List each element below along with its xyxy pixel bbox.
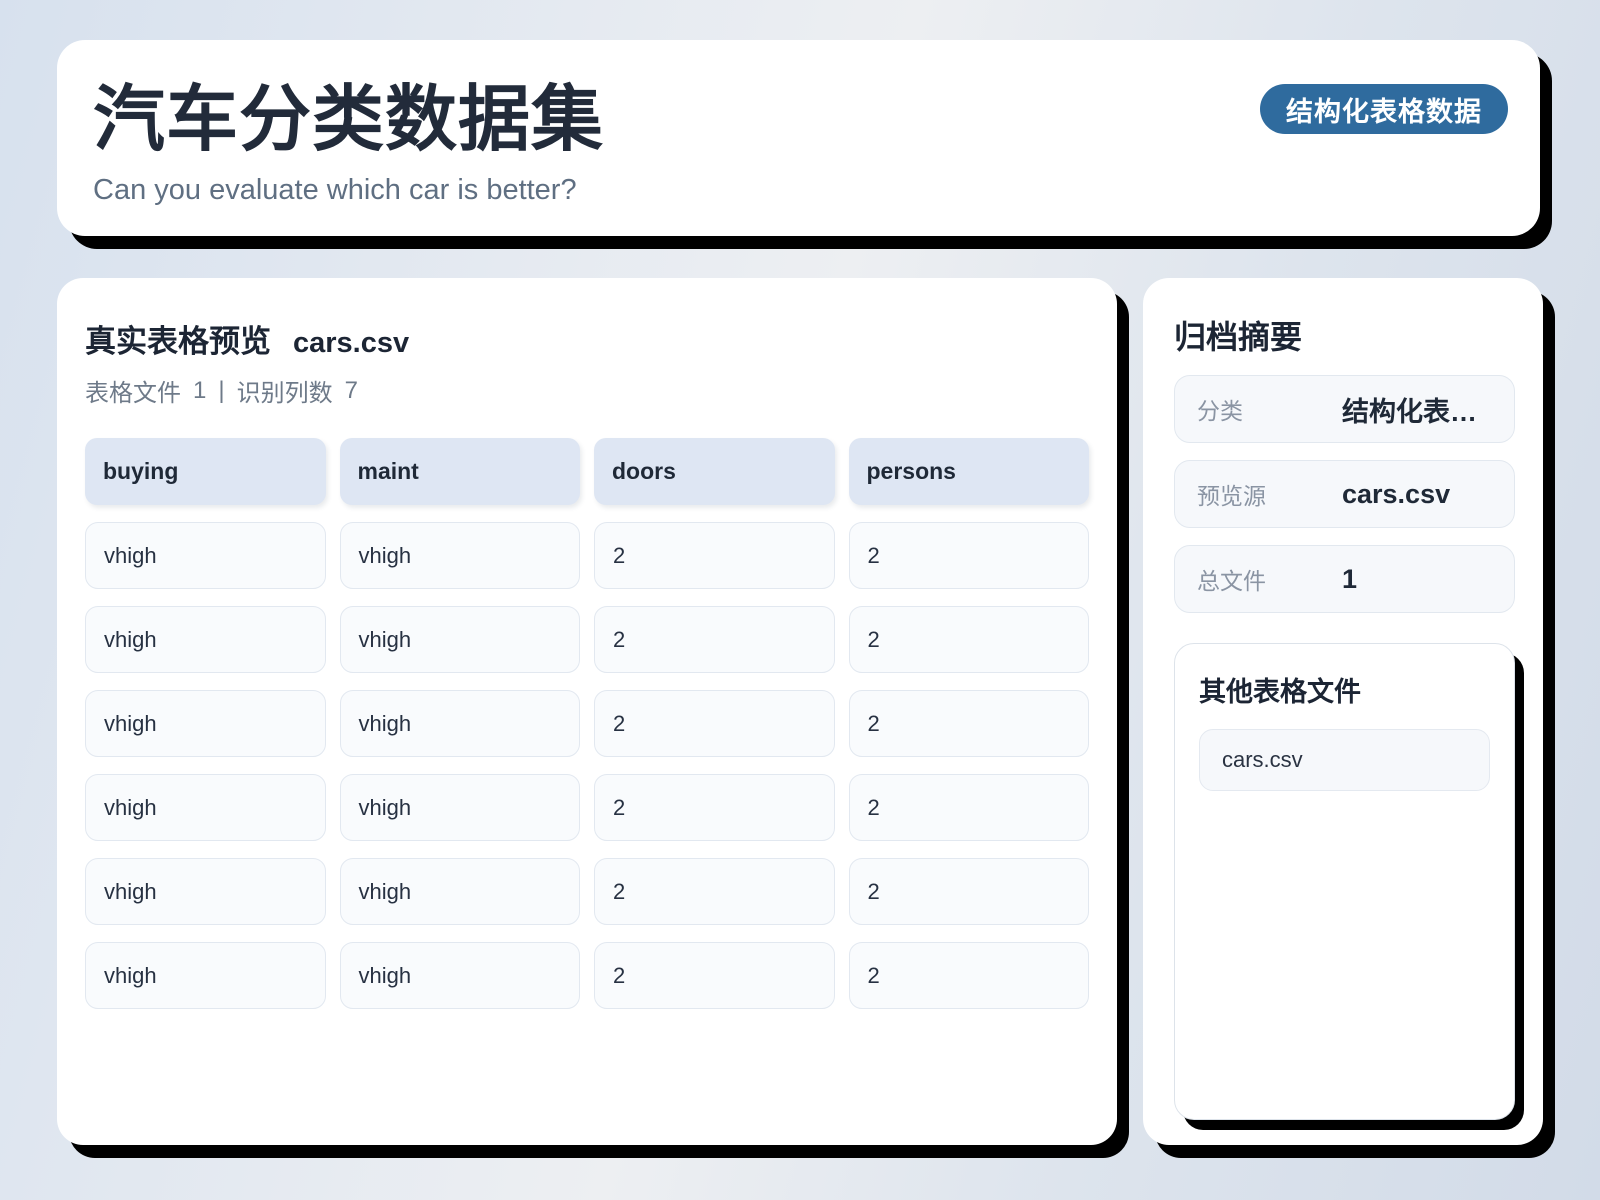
table-cell: 2 bbox=[848, 774, 1089, 841]
preview-meta: 表格文件 1 | 识别列数 7 bbox=[85, 373, 1089, 408]
other-files-card: 其他表格文件 cars.csv bbox=[1174, 643, 1515, 1120]
archive-summary-title: 归档摘要 bbox=[1174, 319, 1303, 355]
files-count-value: 1 bbox=[193, 376, 207, 404]
table-cell: 2 bbox=[594, 606, 835, 673]
table-cell: vhigh bbox=[85, 942, 326, 1009]
columns-count-label: 识别列数 bbox=[236, 380, 333, 407]
files-count-label: 表格文件 bbox=[85, 380, 181, 407]
other-files-title: 其他表格文件 bbox=[1199, 677, 1361, 707]
table-cell: vhigh bbox=[339, 522, 580, 589]
table-cell: vhigh bbox=[339, 690, 580, 757]
columns-count-value: 7 bbox=[344, 376, 358, 404]
table-cell: 2 bbox=[594, 774, 835, 841]
preview-title: 真实表格预览 bbox=[85, 324, 271, 359]
summary-row-category: 分类 结构化表格数据 bbox=[1174, 375, 1515, 443]
summary-label: 总文件 bbox=[1197, 568, 1266, 594]
table-cell: vhigh bbox=[339, 942, 580, 1009]
table-cell: vhigh bbox=[85, 522, 326, 589]
table-cell: vhigh bbox=[339, 774, 580, 841]
table-cell: 2 bbox=[848, 858, 1089, 925]
summary-label: 预览源 bbox=[1197, 483, 1266, 509]
table-cell: 2 bbox=[848, 690, 1089, 757]
summary-label: 分类 bbox=[1197, 398, 1243, 424]
table-cell: 2 bbox=[848, 606, 1089, 673]
table-cell: vhigh bbox=[339, 858, 580, 925]
table-column-header: buying bbox=[85, 438, 326, 505]
table-column-header: persons bbox=[848, 438, 1089, 505]
header-card: 汽车分类数据集 Can you evaluate which car is be… bbox=[57, 40, 1540, 236]
table-cell: 2 bbox=[848, 942, 1089, 1009]
summary-value: 结构化表格数据 bbox=[1342, 396, 1492, 427]
other-files-list: cars.csv bbox=[1199, 729, 1490, 791]
table-column-header: maint bbox=[339, 438, 580, 505]
table-cell: vhigh bbox=[339, 606, 580, 673]
summary-value: cars.csv bbox=[1342, 478, 1451, 509]
category-badge: 结构化表格数据 bbox=[1260, 84, 1508, 134]
archive-summary-card: 归档摘要 分类 结构化表格数据 预览源 cars.csv 总文件 1 其他表格文… bbox=[1143, 278, 1543, 1145]
meta-separator: | bbox=[218, 376, 225, 404]
table-cell: 2 bbox=[594, 690, 835, 757]
preview-title-row: 真实表格预览 cars.csv bbox=[85, 316, 1089, 361]
table-cell: vhigh bbox=[85, 690, 326, 757]
table-cell: 2 bbox=[848, 522, 1089, 589]
summary-row-preview-source: 预览源 cars.csv bbox=[1174, 460, 1515, 528]
table-cell: 2 bbox=[594, 858, 835, 925]
preview-table: buying maint doors persons vhigh vhigh 2 2 vhigh… bbox=[85, 438, 1089, 1009]
table-cell: vhigh bbox=[85, 858, 326, 925]
preview-filename: cars.csv bbox=[293, 327, 410, 359]
summary-row-total-files: 总文件 1 bbox=[1174, 545, 1515, 613]
table-cell: vhigh bbox=[85, 774, 326, 841]
table-cell: 2 bbox=[594, 522, 835, 589]
table-column-header: doors bbox=[594, 438, 835, 505]
table-preview-card: 真实表格预览 cars.csv 表格文件 1 | 识别列数 7 buying ma… bbox=[57, 278, 1117, 1145]
file-list-item[interactable]: cars.csv bbox=[1199, 729, 1490, 791]
table-cell: vhigh bbox=[85, 606, 326, 673]
summary-value: 1 bbox=[1342, 563, 1358, 594]
table-cell: 2 bbox=[594, 942, 835, 1009]
page-subtitle: Can you evaluate which car is better? bbox=[93, 173, 577, 206]
